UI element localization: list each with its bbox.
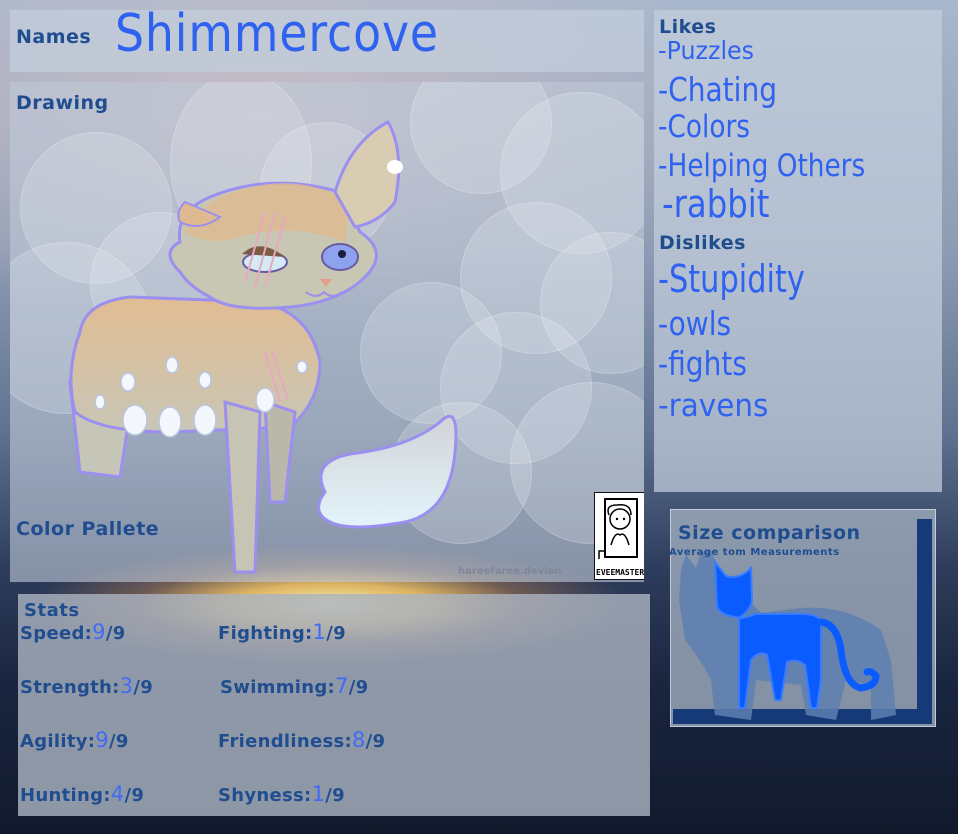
- stats-panel: Stats Speed:9/9 Fighting:1/9 Strength:3/…: [18, 594, 650, 816]
- size-comparison-subtitle: Average tom Measurements: [669, 547, 840, 558]
- stat-max: 9: [372, 731, 386, 752]
- stat-max: 9: [131, 785, 145, 806]
- stat-max: 9: [333, 623, 346, 644]
- stat-swimming: Swimming:7/9: [220, 674, 369, 698]
- size-comparison-title: Size comparison: [678, 522, 861, 544]
- stat-max: 9: [332, 785, 345, 806]
- stat-value: 7: [335, 674, 349, 698]
- size-comparison-panel: Size comparison Average tom Measurements: [669, 509, 936, 727]
- like-item: -Puzzles: [658, 36, 755, 65]
- likes-dislikes-panel: Likes -Puzzles -Chating -Colors -Helping…: [654, 10, 942, 492]
- dislike-item: -owls: [658, 304, 732, 343]
- likes-label: Likes: [659, 16, 717, 38]
- stat-value: 8: [352, 728, 366, 752]
- stat-value: 4: [110, 782, 125, 806]
- stat-name: Swimming:: [220, 677, 336, 698]
- stat-name: Fighting:: [218, 623, 313, 644]
- cat-ear: [333, 119, 401, 229]
- stat-hunting: Hunting:4/9: [20, 782, 145, 806]
- stat-shyness: Shyness:1/9: [218, 782, 345, 806]
- like-item: -Colors: [658, 109, 751, 145]
- stat-name: Hunting:: [20, 785, 111, 806]
- stat-name: Agility:: [20, 731, 96, 752]
- stat-name: Strength:: [20, 677, 120, 698]
- drawing-panel: Drawing Color Pallete hareefaree.devian …: [10, 82, 644, 582]
- stat-name: Friendliness:: [218, 731, 352, 752]
- like-item: -Chating: [658, 70, 778, 109]
- dislike-item: -fights: [658, 344, 747, 383]
- like-item: -Helping Others: [658, 148, 866, 184]
- stat-strength: Strength:3/9: [20, 674, 154, 698]
- stat-friendliness: Friendliness:8/9: [218, 728, 386, 752]
- stat-name: Shyness:: [218, 785, 312, 806]
- stat-fighting: Fighting:1/9: [218, 620, 346, 644]
- stat-value: 3: [119, 674, 134, 698]
- stat-name: Speed:: [20, 623, 93, 644]
- artist-badge: EVEEMASTER: [594, 492, 644, 580]
- stat-max: 9: [140, 677, 154, 698]
- character-name: Shimmercove: [115, 4, 439, 64]
- stat-value: 9: [95, 728, 109, 752]
- front-leg: [223, 399, 262, 574]
- stat-speed: Speed:9/9: [20, 620, 126, 644]
- artist-name: EVEEMASTER: [596, 568, 644, 577]
- stat-value: 1: [311, 782, 326, 806]
- stats-label: Stats: [24, 600, 80, 621]
- stat-max: 9: [115, 731, 129, 752]
- stat-max: 9: [112, 623, 126, 644]
- dislikes-label: Dislikes: [659, 232, 746, 254]
- names-label: Names: [16, 26, 92, 48]
- stat-max: 9: [355, 677, 369, 698]
- stat-value: 9: [92, 620, 106, 644]
- dislike-item: -Stupidity: [658, 257, 805, 301]
- color-palette-label: Color Pallete: [16, 518, 160, 540]
- like-item: -rabbit: [662, 182, 770, 226]
- cat-tail: [317, 414, 458, 529]
- front-leg: [263, 399, 297, 504]
- artist-doodle-icon: [598, 498, 638, 559]
- dislike-item: -ravens: [658, 388, 769, 424]
- character-drawing: [68, 119, 458, 574]
- stat-agility: Agility:9/9: [20, 728, 129, 752]
- names-panel: Names Shimmercove: [10, 4, 644, 72]
- stat-value: 1: [312, 620, 327, 644]
